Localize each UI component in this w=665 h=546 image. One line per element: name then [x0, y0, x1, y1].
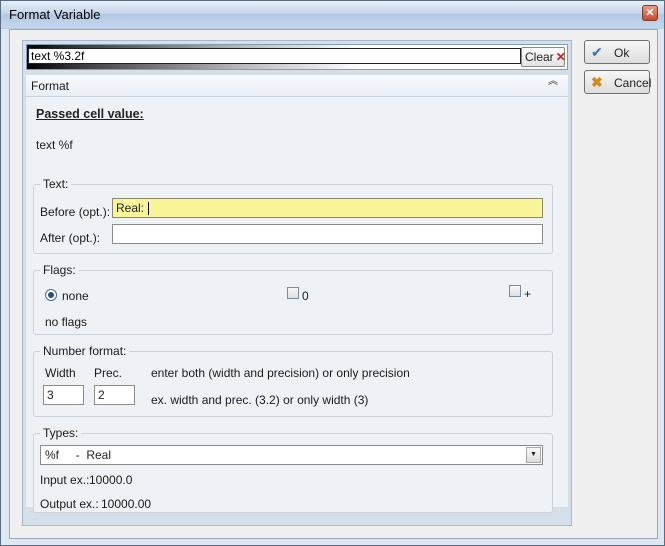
- flag-none-label[interactable]: none: [62, 289, 89, 303]
- type-select-value: %f - Real: [45, 448, 112, 462]
- input-example-value: 10000.0: [89, 473, 133, 487]
- precision-label: Prec.: [94, 366, 123, 380]
- output-example-value: 10000.00: [101, 497, 152, 511]
- width-label: Width: [45, 366, 76, 380]
- close-window-button[interactable]: ✕: [642, 5, 658, 21]
- clear-button-label: Clear: [525, 50, 554, 64]
- flags-group-legend: Flags:: [40, 263, 79, 277]
- ok-button[interactable]: ✔ Ok: [584, 40, 650, 64]
- input-example-label: Input ex.:: [40, 473, 90, 487]
- before-input[interactable]: Real:: [112, 198, 543, 218]
- width-input-value: 3: [47, 388, 54, 402]
- flags-group: Flags: none 0 + no flags: [33, 263, 553, 335]
- format-string-bar: Clear✕: [26, 44, 568, 70]
- flag-none-radio[interactable]: [45, 289, 57, 301]
- format-section-label: Format: [31, 79, 70, 93]
- dialog-client-area: Clear✕ Format ︽ Passed cell value: text …: [9, 29, 658, 539]
- after-label: After (opt.):: [40, 231, 101, 245]
- clear-x-icon: ✕: [555, 50, 566, 64]
- x-icon: ✖: [591, 74, 603, 90]
- ok-button-label: Ok: [614, 46, 630, 60]
- radio-selected-dot: [48, 292, 54, 298]
- before-label: Before (opt.):: [40, 205, 111, 219]
- precision-input[interactable]: 2: [94, 385, 135, 405]
- type-select[interactable]: %f - Real ▼: [40, 445, 543, 465]
- passed-cell-value: text %f: [36, 138, 73, 152]
- cancel-button-label: Cancel: [614, 76, 652, 90]
- chevron-down-icon[interactable]: ▼: [526, 447, 541, 463]
- format-section-header[interactable]: Format ︽: [26, 75, 568, 97]
- cancel-button[interactable]: ✖ Cancel: [584, 70, 652, 94]
- types-group: Types: %f - Real ▼ Input ex.: 10000.0 Ou…: [33, 426, 553, 513]
- close-icon: ✕: [645, 7, 655, 19]
- window-title: Format Variable: [9, 7, 101, 22]
- flag-plus-label[interactable]: +: [524, 287, 531, 301]
- flag-zero-label[interactable]: 0: [302, 289, 309, 303]
- text-group-legend: Text:: [40, 177, 72, 191]
- flag-plus-checkbox[interactable]: [509, 285, 521, 297]
- chevron-double-up-icon[interactable]: ︽: [548, 77, 558, 87]
- title-bar[interactable]: Format Variable ✕: [1, 1, 664, 28]
- format-section-body: Passed cell value: text %f Text: Before …: [26, 97, 568, 513]
- precision-input-value: 2: [98, 388, 105, 402]
- clear-button[interactable]: Clear ✕: [521, 47, 566, 67]
- flags-description: no flags: [45, 315, 88, 329]
- width-input[interactable]: 3: [43, 385, 84, 405]
- types-group-legend: Types:: [40, 426, 82, 440]
- before-input-value: Real:: [116, 201, 148, 215]
- flag-zero-checkbox[interactable]: [287, 287, 299, 299]
- format-string-input[interactable]: [28, 48, 521, 64]
- output-example-label: Output ex.:: [40, 497, 99, 511]
- main-panel: Clear✕ Format ︽ Passed cell value: text …: [22, 40, 572, 526]
- text-caret: [148, 202, 150, 216]
- text-group: Text: Before (opt.): Real: After (opt.):: [33, 177, 553, 254]
- number-format-group: Number format: Width Prec. enter both (w…: [33, 344, 553, 417]
- passed-cell-title: Passed cell value:: [36, 107, 144, 121]
- after-input[interactable]: [112, 224, 543, 244]
- number-format-hint-top: enter both (width and precision) or only…: [151, 366, 410, 380]
- number-format-legend: Number format:: [40, 344, 130, 358]
- format-variable-window: Format Variable ✕ Clear✕ Format ︽ Passed…: [0, 0, 665, 546]
- check-icon: ✔: [591, 44, 603, 60]
- number-format-hint-bottom: ex. width and prec. (3.2) or only width …: [151, 393, 369, 407]
